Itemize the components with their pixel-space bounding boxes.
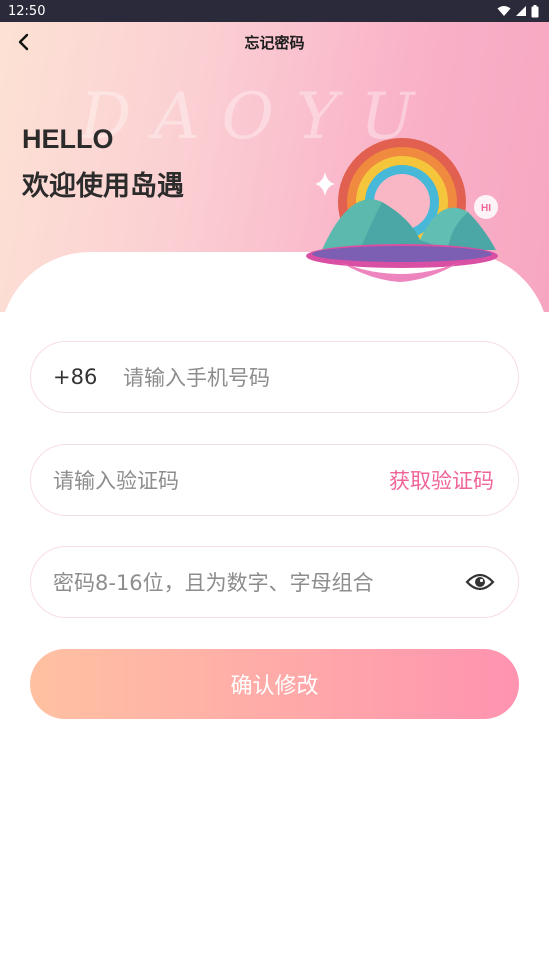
welcome-heading: 欢迎使用岛遇: [22, 171, 184, 202]
signal-icon: [516, 6, 526, 16]
battery-icon: [531, 4, 539, 17]
verification-code-field[interactable]: 请输入验证码 获取验证码: [30, 444, 519, 516]
hi-bubble-text: HI: [481, 203, 491, 214]
page-title: 忘记密码: [244, 34, 305, 52]
rainbow-illustration: HI: [306, 138, 498, 282]
country-code[interactable]: +86: [53, 365, 123, 389]
phone-field[interactable]: +86 请输入手机号码: [30, 341, 519, 413]
status-time: 12:50: [8, 3, 46, 19]
toggle-password-visibility-button[interactable]: [464, 566, 496, 598]
password-input-placeholder[interactable]: 密码8-16位，且为数字、字母组合: [53, 567, 464, 597]
eye-icon: [465, 573, 495, 591]
nav-bar: 忘记密码: [0, 22, 549, 62]
password-field[interactable]: 密码8-16位，且为数字、字母组合: [30, 546, 519, 618]
get-code-button[interactable]: 获取验证码: [389, 465, 494, 495]
wifi-icon: [497, 6, 511, 16]
confirm-change-button[interactable]: 确认修改: [30, 649, 519, 719]
sparkle-icon: [315, 172, 335, 196]
status-bar: 12:50: [0, 0, 549, 22]
phone-input-placeholder[interactable]: 请输入手机号码: [123, 362, 270, 392]
hello-heading: HELLO: [22, 124, 114, 154]
status-icons: [497, 4, 539, 18]
code-input-placeholder[interactable]: 请输入验证码: [53, 465, 389, 495]
